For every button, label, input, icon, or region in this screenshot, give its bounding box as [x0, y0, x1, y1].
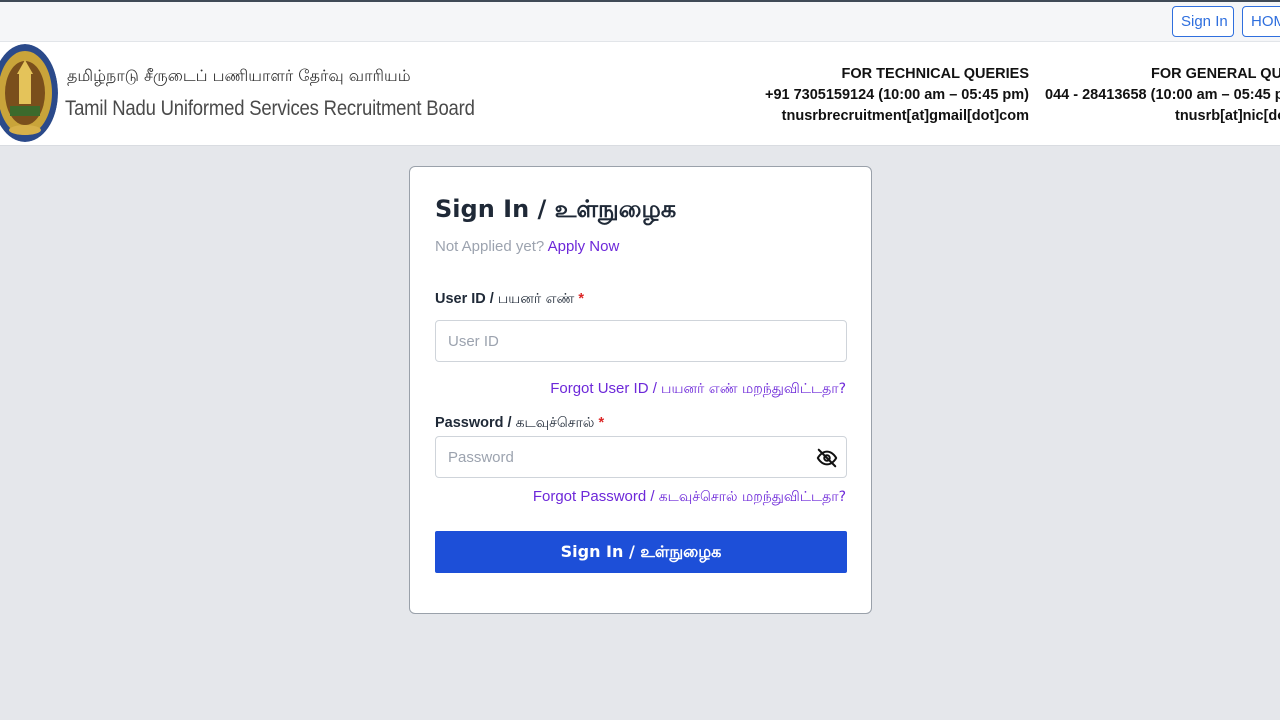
required-mark: *	[578, 291, 585, 307]
forgot-userid-tamil[interactable]: பயனர் எண் மறந்துவிட்டதா?	[661, 381, 846, 397]
forgot-password-text[interactable]: Forgot Password /	[533, 488, 659, 505]
password-label: Password / கடவுச்சொல் *	[435, 415, 604, 433]
signin-submit-button[interactable]: Sign In / உள்நுழைக	[435, 531, 847, 573]
nav-signin-button[interactable]: Sign In	[1172, 6, 1234, 37]
nav-home-button[interactable]: HOME	[1242, 6, 1280, 37]
technical-contact: FOR TECHNICAL QUERIES +91 7305159124 (10…	[765, 64, 1029, 127]
general-email: tnusrb[at]nic[dot]in	[1175, 108, 1280, 124]
tnusrb-emblem-icon	[0, 44, 58, 142]
apply-prompt: Not Applied yet? Apply Now	[435, 238, 619, 255]
forgot-password-link[interactable]: Forgot Password / கடவுச்சொல் மறந்துவிட்ட…	[533, 488, 846, 507]
org-name-tamil: தமிழ்நாடு சீருடைப் பணியாளர் தேர்வு வாரிய…	[67, 66, 411, 85]
eye-slash-icon[interactable]	[816, 447, 838, 469]
technical-email: tnusrbrecruitment[at]gmail[dot]com	[781, 108, 1029, 124]
userid-input[interactable]	[435, 320, 847, 362]
general-contact: FOR GENERAL QUERIES 044 - 28413658 (10:0…	[1045, 64, 1280, 127]
userid-label-tamil: பயனர் எண்	[497, 291, 575, 307]
signin-title: Sign In / உள்நுழைக	[435, 195, 677, 223]
apply-now-link[interactable]: Apply Now	[548, 238, 620, 255]
required-mark: *	[598, 415, 605, 431]
general-heading: FOR GENERAL QUERIES	[1151, 66, 1280, 82]
technical-heading: FOR TECHNICAL QUERIES	[841, 66, 1029, 82]
org-name-english: Tamil Nadu Uniformed Services Recruitmen…	[65, 97, 475, 120]
password-label-tamil: கடவுச்சொல்	[515, 415, 595, 431]
userid-label: User ID / பயனர் எண் *	[435, 291, 584, 309]
password-input[interactable]	[435, 436, 847, 478]
signin-card: Sign In / உள்நுழைக Not Applied yet? Appl…	[409, 166, 872, 614]
forgot-userid-link[interactable]: Forgot User ID / பயனர் எண் மறந்துவிட்டதா…	[550, 380, 846, 399]
forgot-password-tamil[interactable]: கடவுச்சொல் மறந்துவிட்டதா?	[659, 489, 846, 505]
userid-label-text: User ID /	[435, 291, 498, 307]
site-header: தமிழ்நாடு சீருடைப் பணியாளர் தேர்வு வாரிய…	[0, 42, 1280, 146]
not-applied-text: Not Applied yet?	[435, 238, 545, 255]
technical-phone: +91 7305159124 (10:00 am – 05:45 pm)	[764, 87, 1029, 103]
general-phone: 044 - 28413658 (10:00 am – 05:45 pm)	[1045, 87, 1280, 103]
forgot-userid-text[interactable]: Forgot User ID /	[550, 380, 661, 397]
password-label-text: Password /	[435, 415, 516, 431]
top-nav-bar: Sign In HOME	[0, 0, 1280, 42]
